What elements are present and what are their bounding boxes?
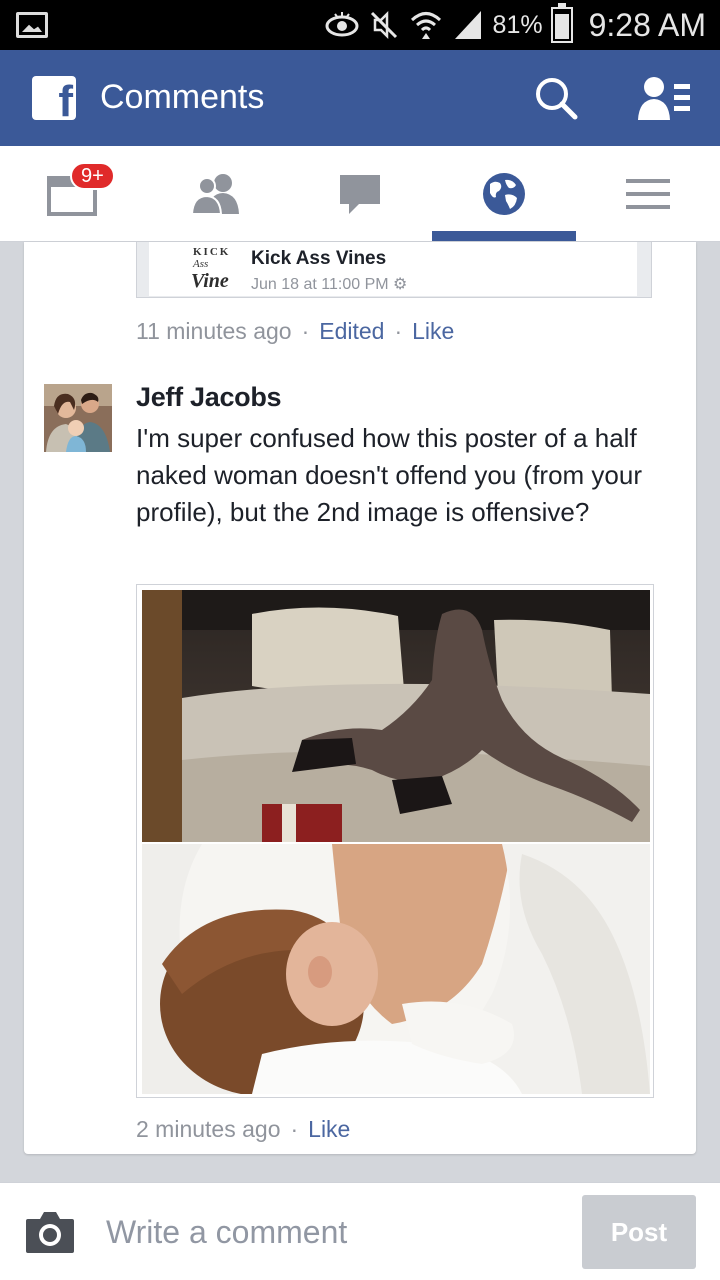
shared-post-preview[interactable]: KICK Ass Vine Kick Ass Vines Jun 18 at 1… <box>136 242 652 298</box>
tab-more[interactable] <box>576 146 720 242</box>
bedroom-photo <box>142 590 650 842</box>
globe-icon <box>483 173 525 215</box>
comment-time: 2 minutes ago <box>136 1116 281 1142</box>
breastfeeding-photo <box>142 844 650 1094</box>
app-header: f Comments <box>0 50 720 146</box>
comment-composer: Post <box>0 1182 720 1280</box>
clock: 9:28 AM <box>588 6 706 43</box>
signal-icon <box>454 11 481 39</box>
tab-friends[interactable] <box>144 146 288 242</box>
tab-notifications[interactable] <box>432 146 576 242</box>
kick-ass-vines-logo: KICK Ass Vine <box>191 246 231 292</box>
search-icon[interactable] <box>534 76 578 120</box>
tab-news-feed[interactable]: 9+ <box>0 146 144 242</box>
comment-meta: 2 minutes ago · Like <box>136 1116 351 1142</box>
comments-card: KICK Ass Vine Kick Ass Vines Jun 18 at 1… <box>24 242 696 1154</box>
friend-requests-icon[interactable] <box>636 74 692 122</box>
image-icon <box>16 12 48 38</box>
tab-messages[interactable] <box>288 146 432 242</box>
edited-link[interactable]: Edited <box>319 318 384 344</box>
avatar[interactable] <box>44 384 112 452</box>
shared-post-time: Jun 18 at 11:00 PM ⚙ <box>251 276 408 293</box>
messages-icon <box>340 175 380 214</box>
tab-bar: 9+ <box>0 146 720 242</box>
mute-icon <box>370 10 397 40</box>
notification-badge: 9+ <box>70 162 115 190</box>
status-bar: 81% 9:28 AM <box>0 0 720 50</box>
wifi-icon <box>410 12 441 39</box>
comment-author[interactable]: Jeff Jacobs <box>136 382 282 413</box>
page-title: Comments <box>100 78 265 116</box>
privacy-gear-icon: ⚙ <box>393 276 408 293</box>
like-link[interactable]: Like <box>412 318 454 344</box>
comment-time: 11 minutes ago <box>136 318 292 344</box>
battery-icon <box>550 3 573 43</box>
battery-percent: 81% <box>492 10 543 39</box>
post-button[interactable]: Post <box>582 1195 696 1269</box>
camera-icon[interactable] <box>24 1209 76 1255</box>
eye-icon <box>325 12 359 37</box>
comment-text: I'm super confused how this poster of a … <box>136 423 642 527</box>
menu-icon <box>626 179 670 209</box>
shared-page-name[interactable]: Kick Ass Vines <box>251 248 386 270</box>
comment-image-attachment[interactable] <box>136 584 654 1098</box>
like-link[interactable]: Like <box>308 1116 350 1142</box>
facebook-logo[interactable]: f <box>32 76 76 120</box>
active-tab-indicator <box>432 231 576 241</box>
first-comment-meta: 11 minutes ago · Edited · Like <box>136 318 455 344</box>
friends-icon <box>190 174 239 215</box>
comment-input[interactable] <box>106 1205 566 1259</box>
